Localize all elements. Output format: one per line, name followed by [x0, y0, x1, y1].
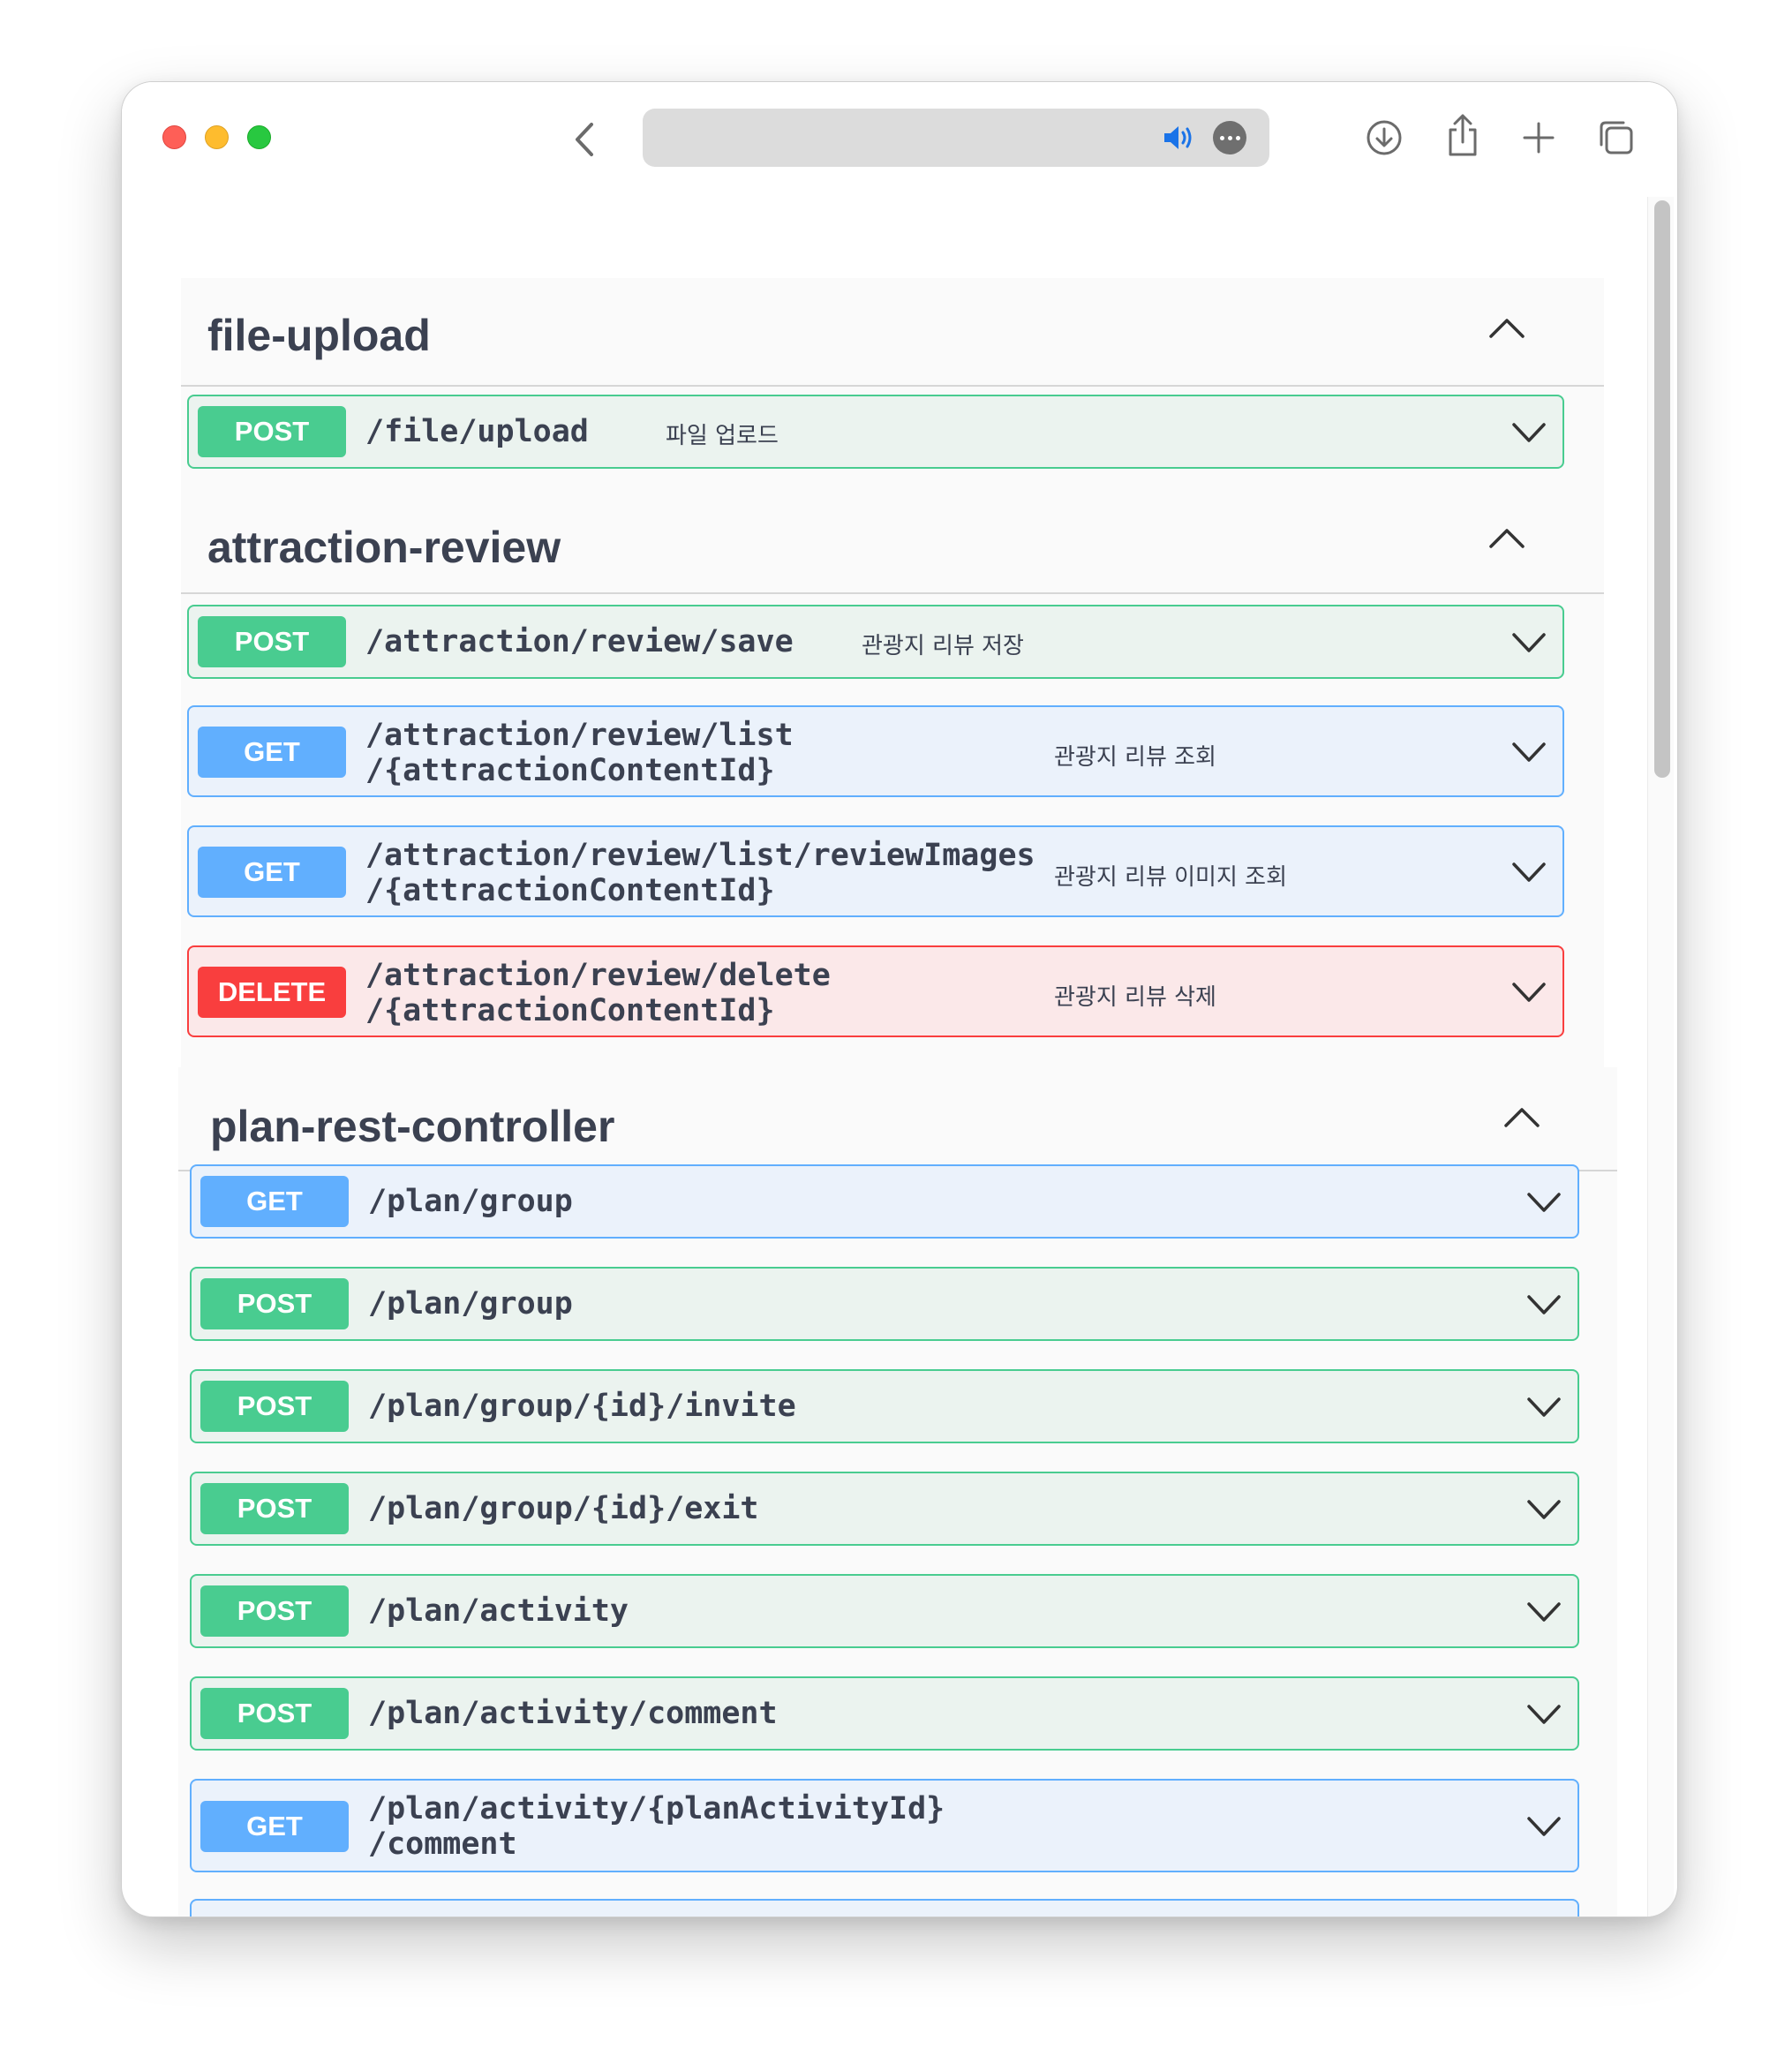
chevron-down-icon — [1512, 862, 1546, 882]
method-badge: POST — [200, 1381, 349, 1432]
operation-get-attraction-review-images[interactable]: GET /attraction/review/list/reviewImages… — [187, 825, 1564, 917]
operation-path: /plan/group/{id}/invite — [368, 1389, 796, 1424]
tag-title: attraction-review — [207, 523, 561, 572]
operation-post-plan-group[interactable]: POST /plan/group — [190, 1267, 1579, 1341]
chevron-down-icon — [1512, 742, 1546, 762]
operation-path: /plan/activity/{planActivityId} /comment — [368, 1791, 945, 1862]
chevron-up-icon[interactable] — [1487, 525, 1526, 550]
method-badge: DELETE — [198, 967, 346, 1018]
method-badge: POST — [200, 1483, 349, 1534]
operation-partial-next[interactable] — [190, 1899, 1579, 1917]
method-badge: POST — [198, 406, 346, 457]
chevron-up-icon[interactable] — [1487, 315, 1526, 340]
method-badge: POST — [200, 1278, 349, 1329]
scrollbar-thumb[interactable] — [1654, 200, 1670, 778]
operation-get-plan-group[interactable]: GET /plan/group — [190, 1164, 1579, 1239]
operation-post-file-upload[interactable]: POST /file/upload 파일 업로드 — [187, 395, 1564, 469]
chevron-down-icon — [1527, 1705, 1561, 1724]
operation-post-plan-activity-comment[interactable]: POST /plan/activity/comment — [190, 1676, 1579, 1751]
operation-path: /plan/activity/comment — [368, 1696, 778, 1731]
method-badge: POST — [198, 616, 346, 667]
operation-post-attraction-review-save[interactable]: POST /attraction/review/save 관광지 리뷰 저장 — [187, 605, 1564, 679]
chevron-down-icon — [1512, 983, 1546, 1002]
operation-post-plan-group-invite[interactable]: POST /plan/group/{id}/invite — [190, 1369, 1579, 1443]
method-badge: POST — [200, 1688, 349, 1739]
method-badge: GET — [200, 1801, 349, 1852]
method-badge: POST — [200, 1585, 349, 1637]
operation-summary: 관광지 리뷰 저장 — [862, 633, 1024, 659]
chevron-down-icon — [1512, 633, 1546, 652]
chevron-down-icon — [1512, 423, 1546, 442]
operation-path: /plan/group — [368, 1286, 573, 1322]
operation-path: /plan/group — [368, 1184, 573, 1219]
chevron-down-icon — [1527, 1500, 1561, 1519]
browser-window: file-upload POST /file/upload 파일 업로드 att… — [121, 81, 1678, 1917]
operation-summary: 관광지 리뷰 조회 — [1054, 744, 1216, 771]
operation-summary: 관광지 리뷰 이미지 조회 — [1054, 864, 1287, 891]
operation-path: /plan/group/{id}/exit — [368, 1491, 759, 1526]
tag-header[interactable]: attraction-review — [181, 506, 1604, 594]
method-badge: GET — [198, 727, 346, 778]
operation-path: /attraction/review/save — [365, 624, 794, 659]
operation-path: /attraction/review/list /{attractionCont… — [365, 718, 794, 788]
operation-post-plan-activity[interactable]: POST /plan/activity — [190, 1574, 1579, 1648]
operation-path: /attraction/review/list/reviewImages /{a… — [365, 838, 1035, 908]
operation-post-plan-group-exit[interactable]: POST /plan/group/{id}/exit — [190, 1472, 1579, 1546]
chevron-down-icon — [1527, 1193, 1561, 1212]
operation-path: /file/upload — [365, 414, 589, 449]
chevron-down-icon — [1527, 1295, 1561, 1314]
operation-get-attraction-review-list[interactable]: GET /attraction/review/list /{attraction… — [187, 705, 1564, 797]
chevron-down-icon — [1527, 1602, 1561, 1622]
method-badge: GET — [200, 1176, 349, 1227]
operation-summary: 파일 업로드 — [666, 423, 779, 449]
operation-summary: 관광지 리뷰 삭제 — [1054, 984, 1216, 1011]
chevron-down-icon — [1527, 1817, 1561, 1836]
tag-title: file-upload — [207, 311, 431, 360]
operation-get-plan-activity-comment[interactable]: GET /plan/activity/{planActivityId} /com… — [190, 1779, 1579, 1872]
operation-path: /plan/activity — [368, 1593, 629, 1629]
tag-title: plan-rest-controller — [210, 1102, 615, 1151]
operation-delete-attraction-review[interactable]: DELETE /attraction/review/delete /{attra… — [187, 945, 1564, 1037]
chevron-down-icon — [1527, 1397, 1561, 1417]
method-badge: GET — [198, 847, 346, 898]
operation-path: /attraction/review/delete /{attractionCo… — [365, 958, 831, 1028]
tag-header[interactable]: file-upload — [181, 278, 1604, 387]
page-content: file-upload POST /file/upload 파일 업로드 att… — [122, 82, 1647, 1917]
tag-header[interactable]: plan-rest-controller — [178, 1067, 1617, 1171]
chevron-up-icon[interactable] — [1502, 1104, 1541, 1129]
